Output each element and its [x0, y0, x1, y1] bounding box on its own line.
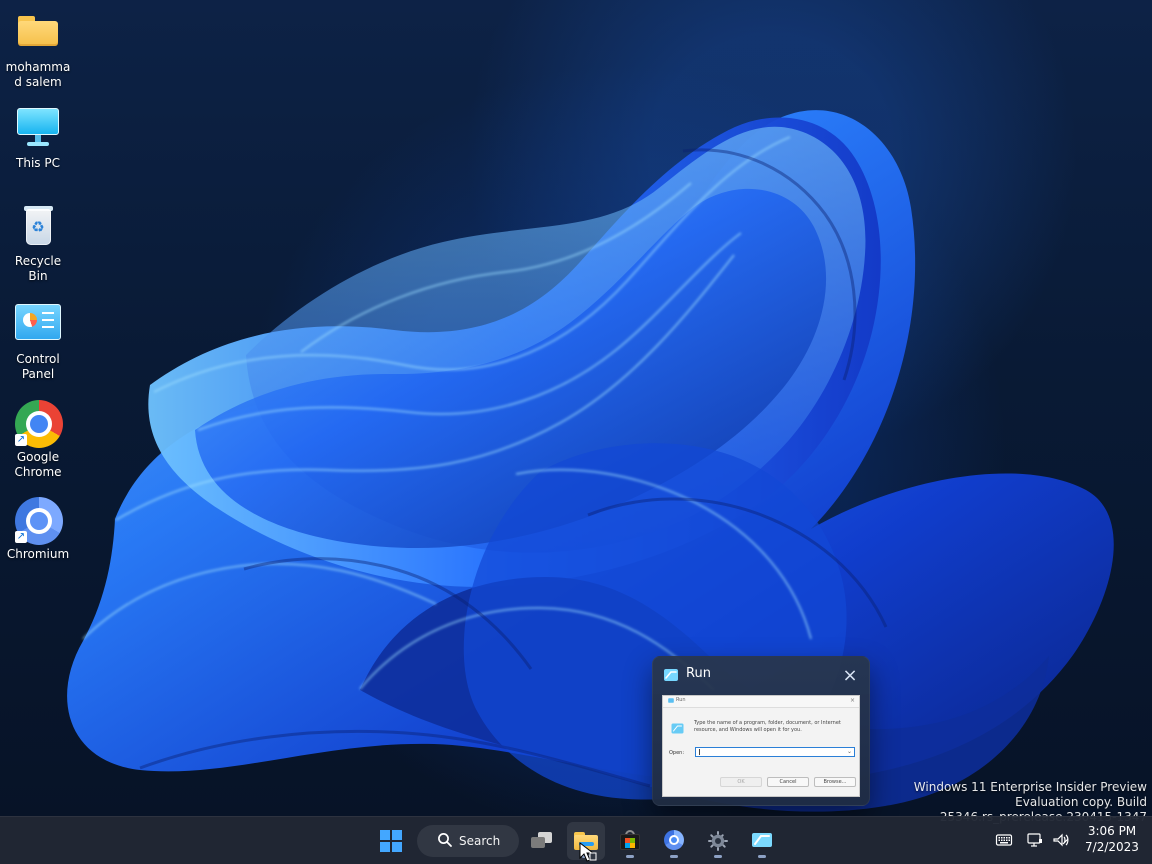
windows-start-icon — [380, 830, 402, 852]
taskbar: Search 3:06 PM 7/2/2023 — [0, 816, 1152, 864]
active-indicator — [626, 855, 634, 858]
run-title: Run — [686, 666, 711, 681]
mouse-cursor-icon — [579, 842, 597, 862]
chromium-taskbar-button[interactable] — [655, 822, 693, 860]
active-indicator — [670, 855, 678, 858]
desktop-icon-label: Recycle Bin — [14, 254, 62, 283]
desktop-icon-label: Chromium — [6, 547, 70, 561]
active-indicator — [758, 855, 766, 858]
preview-titlebar: Run × — [663, 696, 859, 708]
run-app-icon — [664, 669, 678, 681]
preview-title: Run — [676, 697, 686, 703]
clock-date: 7/2/2023 — [1085, 840, 1139, 854]
run-dialog-preview[interactable]: Run × Type the name of a program, folder… — [662, 695, 860, 797]
desktop-wallpaper — [0, 0, 1152, 816]
control-panel-icon — [15, 302, 61, 348]
open-input[interactable]: ⌄ — [695, 747, 855, 757]
desktop-icon-label: Google Chrome — [14, 450, 62, 479]
bloom-wallpaper-art — [67, 110, 1114, 812]
keyboard-icon[interactable] — [995, 831, 1013, 849]
active-indicator — [714, 855, 722, 858]
chrome-icon: ↗ — [15, 400, 63, 448]
display-icon[interactable] — [1026, 831, 1044, 849]
recycle-bin-icon: ♻ — [15, 204, 61, 250]
chromium-icon — [664, 830, 684, 850]
close-button[interactable]: × — [839, 665, 861, 687]
open-label: Open: — [669, 750, 685, 756]
watermark-line-1: Windows 11 Enterprise Insider Preview — [913, 780, 1147, 794]
folder-icon — [15, 10, 61, 56]
shortcut-arrow-icon: ↗ — [15, 434, 27, 446]
microsoft-store-icon — [620, 830, 640, 850]
desktop-icon-label: Control Panel — [16, 352, 60, 381]
text-caret — [699, 749, 700, 755]
task-view-button[interactable] — [523, 822, 561, 860]
search-icon — [438, 833, 452, 847]
desktop-icon-label: This PC — [16, 156, 60, 170]
preview-run-icon — [668, 698, 674, 703]
cancel-button[interactable]: Cancel — [767, 777, 809, 787]
dropdown-chevron-icon[interactable]: ⌄ — [847, 748, 852, 756]
desktop-icon-control-panel[interactable]: Control Panel — [2, 302, 74, 382]
preview-close-icon: × — [849, 697, 855, 704]
run-icon — [752, 833, 772, 847]
run-description: Type the name of a program, folder, docu… — [694, 720, 841, 733]
taskbar-search[interactable]: Search — [417, 825, 519, 857]
task-view-icon — [531, 831, 553, 849]
desktop-icon-recycle-bin[interactable]: ♻ Recycle Bin — [2, 204, 74, 284]
desktop-icon-label: mohammad salem — [5, 60, 71, 89]
chromium-icon: ↗ — [15, 497, 63, 545]
ok-button[interactable]: OK — [720, 777, 762, 787]
system-clock[interactable]: 3:06 PM 7/2/2023 — [1082, 823, 1142, 855]
search-label: Search — [459, 834, 501, 848]
desktop-icon-this-pc[interactable]: This PC — [2, 106, 74, 171]
clock-time: 3:06 PM — [1087, 824, 1137, 838]
settings-icon — [708, 831, 728, 851]
preview-content-run-icon — [671, 723, 684, 734]
this-pc-icon — [15, 106, 61, 152]
microsoft-store-button[interactable] — [611, 822, 649, 860]
network-sound-icon[interactable] — [1052, 831, 1070, 849]
settings-button[interactable] — [699, 822, 737, 860]
run-titlebar[interactable]: Run × — [653, 657, 869, 693]
desktop-icon-google-chrome[interactable]: ↗ Google Chrome — [2, 400, 74, 480]
desktop-icon-chromium[interactable]: ↗ Chromium — [2, 497, 74, 562]
shortcut-arrow-icon: ↗ — [15, 531, 27, 543]
run-taskbar-button[interactable] — [743, 822, 781, 860]
desktop-icon-mohammad-salem[interactable]: mohammad salem — [2, 10, 74, 90]
start-button[interactable] — [372, 822, 410, 860]
